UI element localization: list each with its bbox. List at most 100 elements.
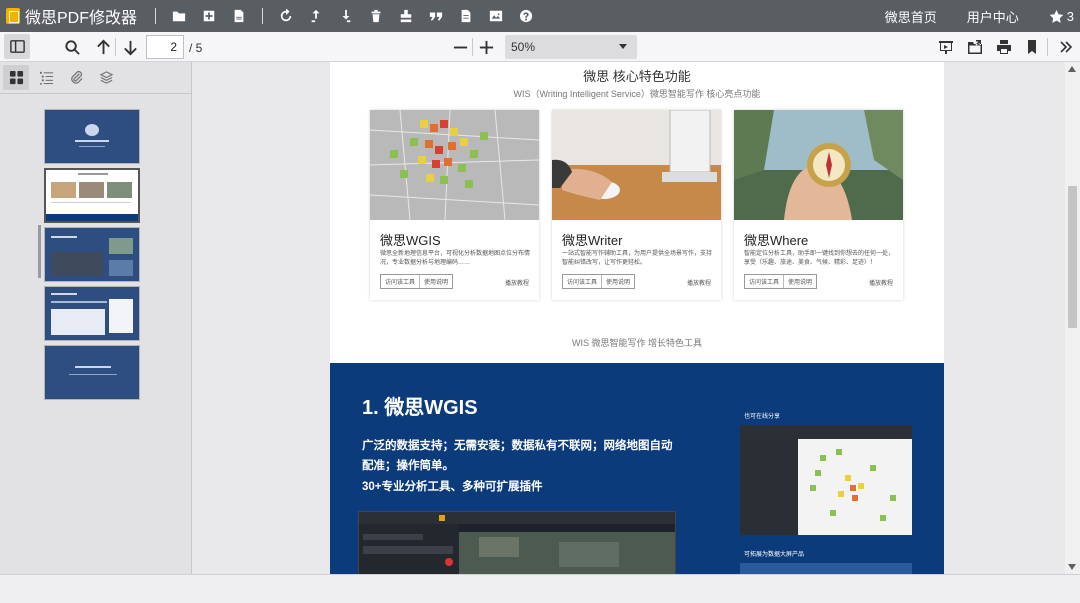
image-icon[interactable] (481, 0, 511, 32)
file-icon[interactable] (224, 0, 254, 32)
tab-layers[interactable] (93, 65, 119, 90)
toolbar-divider (472, 38, 473, 56)
delete-icon[interactable] (361, 0, 391, 32)
thumbnail-line (51, 202, 131, 203)
folder-open-icon[interactable] (164, 0, 194, 32)
print-button[interactable] (992, 34, 1016, 60)
presentation-mode-button[interactable] (934, 34, 958, 60)
document-viewer[interactable]: 微思 核心特色功能 WIS（Writing Intelligent Servic… (193, 62, 1065, 574)
zoom-value: 50% (511, 40, 536, 54)
page-thumbnail-5[interactable] (44, 345, 140, 400)
pdf-logo-icon (6, 8, 20, 24)
vertical-scrollbar[interactable] (1065, 62, 1080, 574)
star-button[interactable]: 3 (1049, 9, 1074, 24)
wgis-heading: 1. 微思WGIS (362, 397, 478, 419)
scroll-thumb[interactable] (1068, 186, 1077, 328)
page-thumbnail-4[interactable] (44, 286, 140, 341)
next-page-button[interactable] (119, 34, 141, 60)
document-icon[interactable] (451, 0, 481, 32)
zoom-select[interactable]: 50% (505, 35, 637, 59)
writer-photo (552, 110, 721, 220)
scroll-down-button[interactable] (1065, 560, 1080, 574)
outline-icon (39, 71, 53, 85)
card-description: 微思全新地理信息平台，可视化分析数据地图点位分布情况，专业数据分析与地理编码…… (380, 251, 531, 266)
thumbnail-band (46, 214, 138, 221)
tab-attachments[interactable] (63, 65, 89, 90)
quote-icon[interactable] (421, 0, 451, 32)
instructions-button[interactable]: 使用说明 (420, 275, 452, 288)
tutorial-link[interactable]: 播放教程 (869, 278, 893, 287)
tutorial-link[interactable]: 播放教程 (687, 278, 711, 287)
visit-tool-button[interactable]: 访问该工具 (745, 275, 785, 288)
card-buttons: 访问该工具 使用说明 (562, 274, 636, 289)
home-link[interactable]: 微思首页 (885, 7, 937, 26)
upload-icon[interactable] (301, 0, 331, 32)
search-button[interactable] (61, 34, 83, 60)
card-title: 微思Writer (562, 233, 623, 248)
scroll-up-button[interactable] (1065, 62, 1080, 76)
star-icon (1049, 9, 1064, 23)
feature-card-where: 微思Where 智能定位分析工具，助手即一键找到你想去的任何一处，享受（乐趣、旅… (734, 110, 903, 300)
bookmark-button[interactable] (1020, 34, 1044, 60)
arrow-down-icon (123, 40, 137, 55)
tutorial-link[interactable]: 播放教程 (505, 278, 529, 287)
app-title: 微思PDF修改器 (25, 10, 138, 27)
viewer-toolbar: / 5 50% (0, 32, 1080, 62)
instructions-button[interactable]: 使用说明 (784, 275, 816, 288)
page-thumbnail-2[interactable] (44, 168, 140, 223)
minus-icon (453, 46, 467, 48)
page-thumbnail-1[interactable] (44, 109, 140, 164)
thumbnail-image (79, 182, 104, 198)
instructions-button[interactable]: 使用说明 (602, 275, 634, 288)
screenshot-image (740, 425, 912, 535)
heatmap-image (370, 110, 539, 220)
wgis-share-screenshot (740, 425, 912, 535)
status-strip (0, 574, 1080, 603)
add-icon[interactable] (194, 0, 224, 32)
titlebar-divider (262, 8, 264, 24)
scroll-down-arrow-icon (1068, 564, 1076, 570)
open-file-button[interactable] (963, 34, 987, 60)
thumbnail-line (75, 366, 111, 368)
stamp-icon[interactable] (391, 0, 421, 32)
help-icon[interactable] (511, 0, 541, 32)
tab-thumbnails[interactable] (3, 65, 29, 90)
sidebar-tabs (0, 62, 191, 94)
thumbnail-sidebar (0, 62, 192, 574)
user-center-link[interactable]: 用户中心 (967, 7, 1019, 26)
zoom-out-button[interactable] (451, 34, 469, 60)
tab-outline[interactable] (33, 65, 59, 90)
open-file-icon (968, 40, 982, 54)
visit-tool-button[interactable]: 访问该工具 (381, 275, 421, 288)
data-screen-caption: 可拓展为数据大屏产品 (744, 552, 805, 558)
page-thumbnail-3[interactable] (44, 227, 140, 282)
selected-page-indicator (38, 225, 41, 278)
sidebar-toggle-button[interactable] (4, 34, 30, 59)
heatmap-map-icon (370, 110, 539, 220)
refresh-icon[interactable] (271, 0, 301, 32)
thumbnail-line (51, 301, 107, 303)
page-number-input[interactable] (146, 35, 184, 59)
toolbar-divider (1047, 38, 1048, 56)
section-subtitle: WIS（Writing Intelligent Service）微思智能写作 核… (513, 89, 761, 99)
page-total: / 5 (189, 41, 203, 55)
thumbnail-image (107, 182, 132, 198)
wgis-section: 1. 微思WGIS 广泛的数据支持；无需安装；数据私有不联网；网络地图自动配准；… (330, 363, 944, 574)
visit-tool-button[interactable]: 访问该工具 (563, 275, 603, 288)
plus-icon (479, 40, 493, 54)
feature-card-writer: 微思Writer 一站式智能写作辅助工具，为用户提供全场景写作，支持智能纠错改写… (552, 110, 721, 300)
thumbnail-line (75, 140, 109, 142)
previous-page-button[interactable] (92, 34, 114, 60)
more-tools-button[interactable] (1054, 34, 1078, 60)
card-title: 微思WGIS (380, 233, 441, 248)
download-icon[interactable] (331, 0, 361, 32)
thumbnail-line (51, 236, 77, 238)
compass-icon (734, 110, 903, 220)
zoom-in-button[interactable] (477, 34, 495, 60)
compass-photo (734, 110, 903, 220)
layers-icon (99, 71, 113, 84)
titlebar: 微思PDF修改器 微思首页 用户中心 3 (0, 0, 1080, 32)
sidebar-icon (9, 40, 25, 53)
card-buttons: 访问该工具 使用说明 (744, 274, 818, 289)
thumbnail-logo-icon (85, 124, 99, 136)
